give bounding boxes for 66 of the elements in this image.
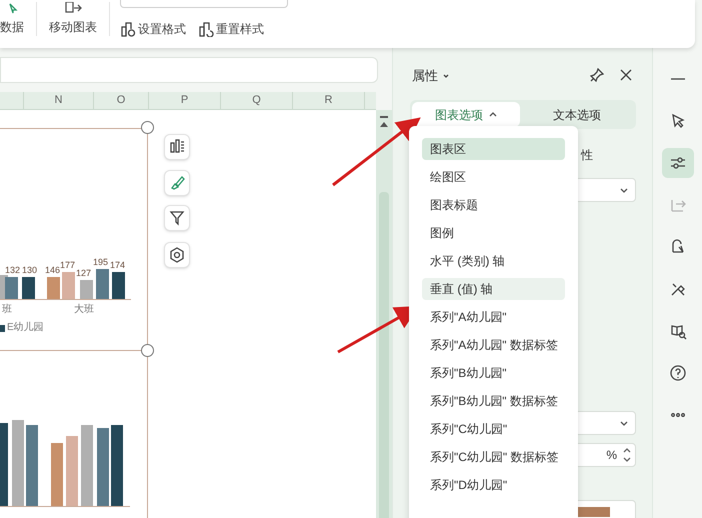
data-label: 127	[76, 269, 92, 278]
pin-icon	[590, 68, 604, 82]
chart-tool-button[interactable]	[164, 242, 190, 268]
menu-item[interactable]: 系列"B幼儿园"	[422, 362, 565, 384]
minimize-icon	[670, 78, 684, 80]
brush-icon	[168, 174, 186, 192]
bar	[96, 269, 109, 299]
menu-item[interactable]: 系列"C幼儿园" 数据标签	[422, 446, 565, 468]
bar	[62, 272, 75, 299]
chart-tool-button[interactable]	[164, 205, 190, 231]
close-icon	[620, 69, 632, 81]
column-header[interactable]: N	[24, 92, 94, 109]
resize-handle[interactable]	[141, 121, 154, 134]
menu-item[interactable]: 垂直 (值) 轴	[422, 278, 565, 300]
chart-tool-button[interactable]	[164, 134, 190, 160]
menu-item[interactable]: 系列"D幼儿园"	[422, 474, 565, 496]
bar	[80, 280, 93, 299]
data-label: 174	[110, 261, 126, 270]
menu-item[interactable]: 水平 (类别) 轴	[422, 250, 565, 272]
toolbar-button[interactable]	[662, 148, 694, 178]
data-label: 177	[60, 261, 76, 270]
bar	[51, 443, 63, 506]
unit-label: %	[606, 447, 617, 464]
legend-swatch	[0, 325, 5, 332]
legend-label: E幼儿园	[7, 323, 44, 333]
menu-item[interactable]: 图表区	[422, 138, 565, 160]
axis-label: 班	[2, 305, 12, 315]
menu-item[interactable]: 系列"C幼儿园"	[422, 418, 565, 440]
column-header[interactable]: O	[94, 92, 149, 109]
tab[interactable]: 文本选项	[520, 102, 634, 127]
data-label: 132	[5, 266, 20, 275]
vertical-scrollbar[interactable]	[376, 110, 392, 518]
data-label: 146	[45, 266, 60, 275]
bar	[47, 277, 60, 299]
column-header[interactable]: P	[149, 92, 221, 109]
bar	[66, 436, 78, 506]
menu-item[interactable]: 图表标题	[422, 194, 565, 216]
help-icon	[668, 364, 686, 382]
chevron-up-icon	[489, 110, 497, 118]
resize-handle[interactable]	[141, 344, 154, 357]
toolbar-button[interactable]: 重置样式	[198, 20, 264, 38]
tab[interactable]: 图表选项	[412, 102, 520, 127]
format-chart-icon	[120, 21, 136, 37]
chevron-down-icon	[442, 72, 450, 80]
menu-item[interactable]: 系列"A幼儿园" 数据标签	[422, 334, 565, 356]
menu-item[interactable]: 图例	[422, 222, 565, 244]
field-label: 性	[581, 147, 593, 164]
data-label: 195	[93, 258, 108, 267]
toolbar-button[interactable]: 设置格式	[120, 20, 186, 38]
reset-chart-icon	[198, 21, 214, 37]
axis-label: 大班	[74, 305, 94, 315]
bar	[22, 277, 35, 299]
panel-title: 属性	[412, 67, 438, 85]
toolbar-button[interactable]: 数据	[0, 2, 37, 36]
bar	[112, 272, 125, 299]
filter-icon	[168, 209, 186, 227]
column-header[interactable]: R	[293, 92, 365, 109]
toolbar-button[interactable]: 移动图表	[37, 2, 110, 36]
menu-item[interactable]: 系列"B幼儿园" 数据标签	[422, 390, 565, 412]
column-header[interactable]: Q	[221, 92, 293, 109]
data-label: 130	[22, 266, 38, 275]
menu-item[interactable]: 绘图区	[422, 166, 565, 188]
menu-item[interactable]: 系列"A幼儿园"	[422, 306, 565, 328]
spinner-icon	[623, 447, 631, 463]
more-icon	[670, 413, 684, 417]
settings-icon	[168, 246, 186, 264]
